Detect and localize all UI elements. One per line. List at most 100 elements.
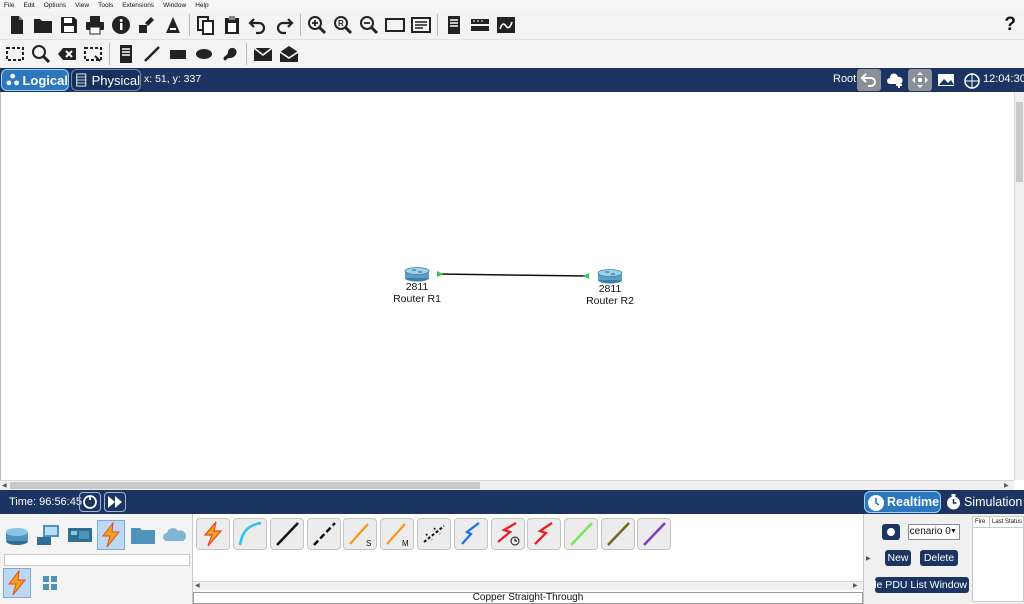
- new-scenario-button[interactable]: New: [885, 550, 911, 566]
- print-button[interactable]: [83, 13, 107, 37]
- cluster-button[interactable]: [494, 13, 518, 37]
- scroll-right-icon[interactable]: ▶: [853, 582, 858, 589]
- cable-phone[interactable]: [417, 518, 451, 550]
- menu-tools[interactable]: Tools: [98, 2, 113, 9]
- resize-button[interactable]: [81, 42, 105, 66]
- device-template-button[interactable]: [468, 13, 492, 37]
- toolbar-separator: [109, 43, 110, 65]
- notes-button[interactable]: [442, 13, 466, 37]
- ellipse-button[interactable]: [192, 42, 216, 66]
- redo-button[interactable]: [272, 13, 296, 37]
- scroll-left-icon[interactable]: ◀: [2, 482, 7, 489]
- cable-fiber-multi[interactable]: M: [380, 518, 414, 550]
- menu-window[interactable]: Window: [163, 2, 186, 9]
- cable-serial-dce[interactable]: [491, 518, 525, 550]
- cable-octal[interactable]: [564, 518, 598, 550]
- activity-wizard-button[interactable]: [161, 13, 185, 37]
- device-template-icon: [471, 19, 489, 31]
- undo-button[interactable]: [246, 13, 270, 37]
- category-miscellaneous[interactable]: [129, 520, 157, 550]
- zoom-reset-button[interactable]: R: [331, 13, 355, 37]
- scroll-left-icon[interactable]: ◀: [195, 582, 200, 589]
- custom-device-button[interactable]: [409, 13, 433, 37]
- router-r1[interactable]: 2811 Router R1: [382, 266, 452, 305]
- complex-pdu-button[interactable]: [277, 42, 301, 66]
- cable-console[interactable]: [233, 518, 267, 550]
- toggle-pdu-list-button[interactable]: Toggle PDU List Window: [875, 577, 969, 593]
- open-button[interactable]: [31, 13, 55, 37]
- menu-options[interactable]: Options: [44, 2, 66, 9]
- back-button[interactable]: [857, 69, 881, 91]
- new-cluster-button[interactable]: [883, 69, 907, 91]
- tab-physical[interactable]: Physical: [71, 69, 141, 91]
- vertical-scroll-thumb[interactable]: [1016, 102, 1023, 182]
- horizontal-scroll-thumb[interactable]: [10, 482, 480, 489]
- new-button[interactable]: [5, 13, 29, 37]
- zoom-in-button[interactable]: [305, 13, 329, 37]
- delete-scenario-button[interactable]: Delete: [920, 550, 958, 566]
- sub-device-grid[interactable]: [36, 568, 64, 598]
- fast-forward-button[interactable]: [104, 492, 126, 512]
- cable-panel-scrollbar[interactable]: ◀ ▶: [193, 581, 863, 590]
- freeform-button[interactable]: [218, 42, 242, 66]
- device-search-input[interactable]: [4, 554, 190, 566]
- category-components[interactable]: [66, 520, 94, 550]
- background-image-button[interactable]: [934, 69, 958, 91]
- viewport-button[interactable]: [960, 69, 984, 91]
- delete-button[interactable]: [55, 42, 79, 66]
- save-button[interactable]: [57, 13, 81, 37]
- note-button[interactable]: [114, 42, 138, 66]
- device-name[interactable]: Router R2: [575, 295, 645, 307]
- rectangle-button[interactable]: [166, 42, 190, 66]
- cable-fiber-single[interactable]: S: [343, 518, 377, 550]
- zoom-out-icon: [360, 16, 379, 35]
- canvas-vertical-scrollbar[interactable]: [1014, 92, 1024, 480]
- cable-coaxial[interactable]: [454, 518, 488, 550]
- device-name[interactable]: Router R1: [382, 293, 452, 305]
- select-button[interactable]: [3, 42, 27, 66]
- category-multiuser[interactable]: [161, 520, 189, 550]
- cable-usb[interactable]: [637, 518, 671, 550]
- router-r2[interactable]: 2811 Router R2: [575, 268, 645, 307]
- open-icon: [34, 19, 52, 33]
- cable-serial-dte[interactable]: [527, 518, 561, 550]
- menu-extensions[interactable]: Extensions: [122, 2, 154, 9]
- tab-realtime[interactable]: Realtime: [864, 491, 941, 513]
- help-button[interactable]: ?: [1004, 14, 1016, 36]
- custom-device-icon: [411, 17, 431, 33]
- move-object-button[interactable]: [908, 69, 932, 91]
- copy-button[interactable]: [194, 13, 218, 37]
- category-network-devices[interactable]: [3, 520, 31, 550]
- paste-button[interactable]: [220, 13, 244, 37]
- scenario-select[interactable]: Scenario 0 ▼: [908, 524, 960, 540]
- cable-copper-cross[interactable]: [307, 518, 341, 550]
- inspect-button[interactable]: [29, 42, 53, 66]
- router-link[interactable]: [437, 273, 588, 277]
- sub-device-connections[interactable]: [3, 568, 31, 598]
- scroll-right-icon[interactable]: ▶: [1004, 482, 1009, 489]
- cable-copper-straight[interactable]: [270, 518, 304, 550]
- category-connections[interactable]: [97, 520, 125, 550]
- logical-workspace-canvas[interactable]: 2811 Router R1 2811 Router R2: [0, 92, 1014, 480]
- menu-view[interactable]: View: [75, 2, 89, 9]
- line-button[interactable]: [140, 42, 164, 66]
- drawing-palette-button[interactable]: [383, 13, 407, 37]
- power-cycle-button[interactable]: [79, 492, 101, 512]
- tab-simulation[interactable]: Simulation: [943, 491, 1023, 513]
- scenario-toggle-button[interactable]: [882, 524, 900, 540]
- cable-automatic[interactable]: [196, 518, 230, 550]
- column-header-fire[interactable]: Fire: [973, 517, 990, 527]
- menu-edit[interactable]: Edit: [23, 2, 34, 9]
- simple-pdu-button[interactable]: [251, 42, 275, 66]
- tab-logical[interactable]: Logical: [1, 69, 69, 91]
- canvas-horizontal-scrollbar[interactable]: ◀ ▶: [0, 480, 1014, 490]
- cable-iot-custom[interactable]: [601, 518, 635, 550]
- collapse-panel-icon[interactable]: ▶: [866, 555, 871, 562]
- menu-help[interactable]: Help: [195, 2, 208, 9]
- zoom-out-button[interactable]: [357, 13, 381, 37]
- menu-file[interactable]: File: [4, 2, 14, 9]
- info-button[interactable]: [109, 13, 133, 37]
- network-wizard-button[interactable]: [135, 13, 159, 37]
- category-end-devices[interactable]: [34, 520, 62, 550]
- column-header-last-status[interactable]: Last Status: [990, 517, 1022, 527]
